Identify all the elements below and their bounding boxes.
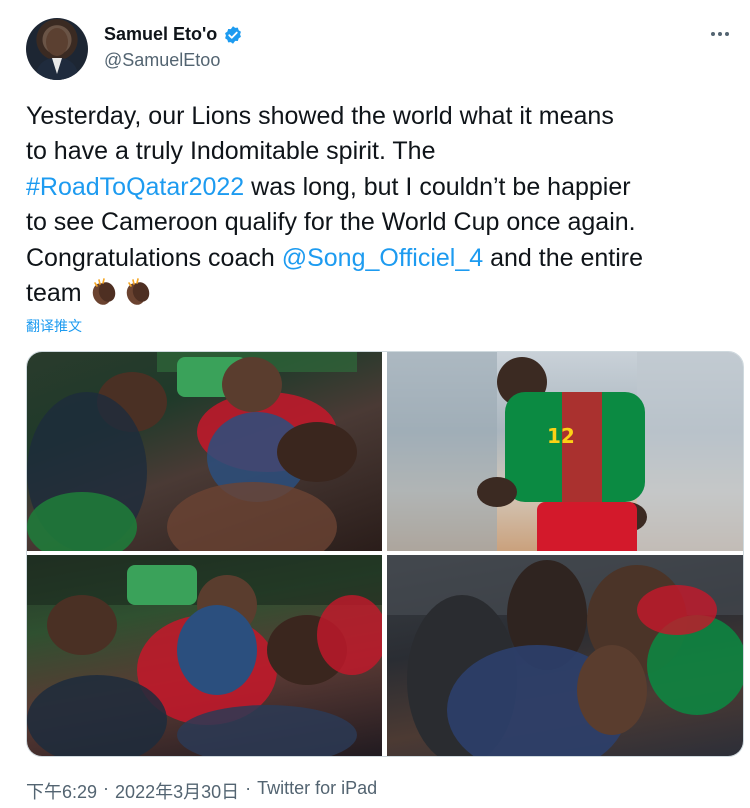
tweet-date[interactable]: 2022年3月30日 <box>115 778 239 804</box>
footer-separator: · <box>245 778 252 798</box>
name-row: Samuel Eto'o <box>104 24 243 45</box>
hashtag-link[interactable]: #RoadToQatar2022 <box>26 173 244 201</box>
embrace-photo[interactable] <box>387 555 743 756</box>
avatar[interactable] <box>26 18 88 80</box>
player-number-12-photo[interactable]: 12 <box>387 352 743 551</box>
celebration-lifted-photo[interactable] <box>27 352 382 551</box>
mention-link[interactable]: @Song_Officiel_4 <box>282 244 483 272</box>
team-celebration-photo[interactable] <box>27 555 382 756</box>
tweet-source[interactable]: Twitter for iPad <box>257 778 377 804</box>
verified-badge-icon <box>223 25 243 45</box>
user-handle[interactable]: @SamuelEtoo <box>104 50 220 71</box>
jersey-number: 12 <box>547 424 575 448</box>
media-grid: 12 <box>26 351 744 757</box>
tweet-time[interactable]: 下午6:29 <box>26 778 97 804</box>
tweet-text: Yesterday, our Lions showed the world wh… <box>26 99 736 311</box>
tweet-text-segment: was long, but I couldn’t be happier <box>244 172 631 201</box>
clapping-hands-emoji-icon <box>123 277 153 307</box>
tweet-header: Samuel Eto'o @SamuelEtoo <box>26 18 729 82</box>
tweet-text-line: to have a truly Indomitable spirit. The <box>26 134 736 169</box>
tweet-text-line: #RoadToQatar2022 was long, but I couldn’… <box>26 170 736 205</box>
tweet-text-segment: to see Cameroon qualify for the World Cu… <box>26 208 636 237</box>
more-options-icon[interactable] <box>706 24 734 44</box>
tweet-text-line: to see Cameroon qualify for the World Cu… <box>26 205 736 240</box>
tweet-text-segment: Congratulations coach <box>26 243 282 272</box>
footer-separator: · <box>103 778 110 798</box>
tweet-text-line: Congratulations coach @Song_Officiel_4 a… <box>26 241 736 276</box>
tweet-text-segment: to have a truly Indomitable spirit. The <box>26 137 436 166</box>
tweet-footer: 下午6:29 · 2022年3月30日 · Twitter for iPad <box>26 778 377 804</box>
clapping-hands-emoji-icon <box>89 277 119 307</box>
tweet-text-line: team <box>26 276 736 311</box>
tweet-text-segment: team <box>26 279 89 308</box>
tweet-text-segment: and the entire <box>483 243 643 272</box>
tweet-text-segment: Yesterday, our Lions showed the world wh… <box>26 102 614 130</box>
display-name[interactable]: Samuel Eto'o <box>104 24 217 45</box>
translate-tweet-link[interactable]: 翻译推文 <box>26 316 82 336</box>
avatar-face <box>46 28 68 56</box>
tweet-text-line: Yesterday, our Lions showed the world wh… <box>26 99 736 134</box>
